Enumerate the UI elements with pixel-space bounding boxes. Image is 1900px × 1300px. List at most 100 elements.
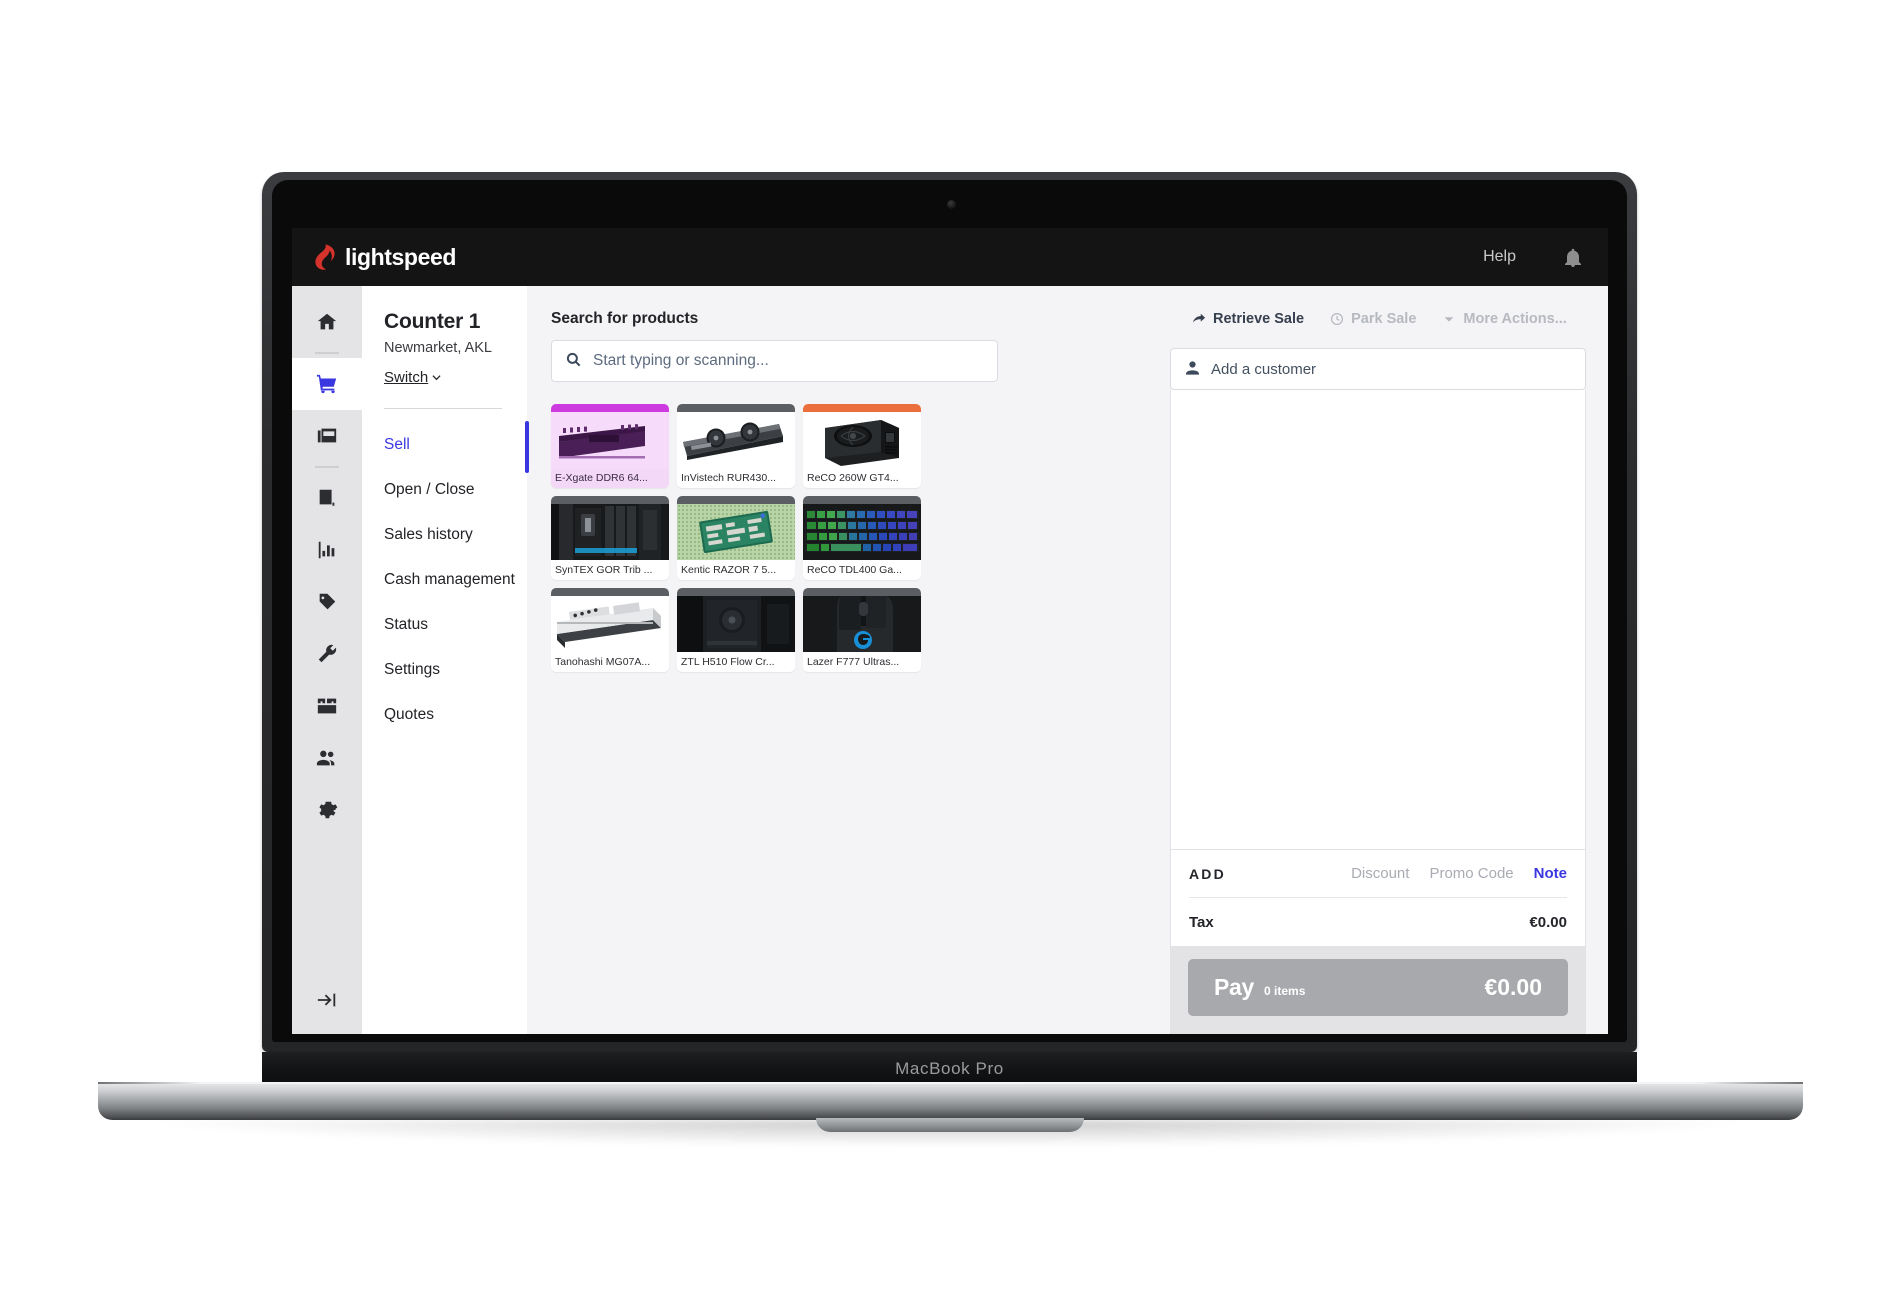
lightspeed-pos-app: lightspeed Help Counter 1 Newmarket, AKL… — [292, 228, 1608, 1034]
product-tile[interactable]: ReCO TDL400 Ga... — [803, 496, 921, 580]
rail-item-settings[interactable] — [292, 784, 362, 836]
pay-total: €0.00 — [1484, 974, 1542, 1000]
rail-divider-2 — [315, 466, 339, 468]
discount-link[interactable]: Discount — [1351, 865, 1409, 882]
add-label: ADD — [1189, 865, 1226, 882]
add-customer-field[interactable]: Add a customer — [1170, 348, 1586, 390]
tile-color-strip — [551, 404, 669, 412]
tile-color-strip — [803, 588, 921, 596]
counter-location: Newmarket, AKL — [384, 340, 492, 356]
search-input-placeholder: Start typing or scanning... — [593, 352, 769, 369]
arrow-curve-icon — [1192, 312, 1206, 326]
sidebar-divider — [384, 408, 502, 409]
product-tile[interactable]: Lazer F777 Ultras... — [803, 588, 921, 672]
sidebar-item-quotes[interactable]: Quotes — [384, 706, 527, 724]
motherboard-image — [551, 503, 669, 561]
topbar-right: Help — [1483, 247, 1582, 267]
webcam-icon — [947, 200, 956, 209]
rail-item-home[interactable] — [292, 296, 362, 348]
add-customer-placeholder: Add a customer — [1211, 360, 1317, 378]
rail-item-workorders[interactable] — [292, 628, 362, 680]
park-sale-button[interactable]: Park Sale — [1330, 311, 1416, 327]
bell-icon[interactable] — [1564, 247, 1582, 267]
brand[interactable]: lightspeed — [314, 244, 456, 271]
note-link[interactable]: Note — [1534, 865, 1567, 882]
macbook-label: MacBook Pro — [895, 1059, 1004, 1078]
home-icon — [316, 311, 338, 333]
cart-actions: Retrieve Sale Park Sale More Actions... — [1170, 300, 1586, 338]
tile-color-strip — [803, 496, 921, 504]
product-tile[interactable]: SynTEX GOR Trib ... — [551, 496, 669, 580]
park-sale-label: Park Sale — [1351, 311, 1417, 327]
add-row: ADD Discount Promo Code Note — [1189, 850, 1567, 898]
screenshot-stage: lightspeed Help Counter 1 Newmarket, AKL… — [0, 0, 1900, 1300]
chevron-down-icon — [432, 373, 441, 382]
bar-chart-icon — [316, 539, 338, 561]
product-tile-label: Tanohashi MG07A... — [555, 656, 651, 669]
product-tile[interactable]: E-Xgate DDR6 64... — [551, 404, 669, 488]
ram-module-image — [551, 411, 669, 469]
page-title: Counter 1 — [384, 310, 481, 333]
promo-code-link[interactable]: Promo Code — [1429, 865, 1513, 882]
rail-item-register[interactable] — [292, 410, 362, 462]
product-tile[interactable]: Tanohashi MG07A... — [551, 588, 669, 672]
product-search-box[interactable]: Start typing or scanning... — [551, 340, 998, 382]
laptop-chin: MacBook Pro — [262, 1052, 1637, 1086]
rail-divider — [315, 352, 339, 354]
sidebar-nav-list: Sell Open / Close Sales history Cash man… — [384, 436, 527, 724]
retrieve-sale-button[interactable]: Retrieve Sale — [1192, 311, 1304, 327]
help-link[interactable]: Help — [1483, 248, 1516, 266]
cpu-chip-image — [677, 503, 795, 561]
rail-item-catalog[interactable] — [292, 472, 362, 524]
switch-label: Switch — [384, 369, 429, 386]
counter-sidebar: Counter 1 Newmarket, AKL Switch Sell Ope… — [362, 286, 529, 1034]
search-heading: Search for products — [551, 310, 699, 327]
register-tiles-icon — [316, 425, 338, 447]
sidebar-item-sell[interactable]: Sell — [384, 436, 527, 454]
people-icon — [316, 747, 338, 769]
switch-outlet-button[interactable]: Switch — [384, 369, 441, 386]
shopping-cart-icon — [316, 373, 338, 395]
arrow-to-bar-icon — [316, 989, 338, 1014]
sidebar-item-sales-history[interactable]: Sales history — [384, 526, 527, 544]
pay-left: Pay 0 items — [1214, 974, 1305, 1001]
rail-item-sell[interactable] — [292, 358, 362, 410]
rail-item-reporting[interactable] — [292, 524, 362, 576]
product-tile[interactable]: InVistech RUR430... — [677, 404, 795, 488]
sidebar-item-open-close[interactable]: Open / Close — [384, 481, 527, 499]
caret-down-icon — [1442, 312, 1456, 326]
more-actions-button[interactable]: More Actions... — [1442, 311, 1567, 327]
search-icon — [566, 352, 581, 370]
graphics-card-image — [677, 411, 795, 469]
product-tile-label: Kentic RAZOR 7 5... — [681, 564, 777, 577]
pay-label: Pay — [1214, 974, 1255, 1000]
product-tile-label: InVistech RUR430... — [681, 472, 776, 485]
product-tile-label: ReCO TDL400 Ga... — [807, 564, 902, 577]
sidebar-item-settings[interactable]: Settings — [384, 661, 527, 679]
tax-row: Tax €0.00 — [1189, 898, 1567, 946]
product-tile-label: ReCO 260W GT4... — [807, 472, 899, 485]
tile-color-strip — [551, 588, 669, 596]
rail-collapse-button[interactable] — [292, 989, 362, 1014]
sidebar-item-status[interactable]: Status — [384, 616, 527, 634]
rail-item-inventory[interactable] — [292, 680, 362, 732]
hard-drive-image — [551, 595, 669, 653]
products-panel: Search for products Start typing or scan… — [527, 286, 1148, 1034]
product-tile[interactable]: ZTL H510 Flow Cr... — [677, 588, 795, 672]
tile-color-strip — [677, 404, 795, 412]
rail-item-customers[interactable] — [292, 732, 362, 784]
pay-button[interactable]: Pay 0 items €0.00 — [1188, 959, 1568, 1016]
app-topbar: lightspeed Help — [292, 228, 1608, 286]
inventory-box-icon — [316, 695, 338, 717]
rail-item-products[interactable] — [292, 576, 362, 628]
product-tile[interactable]: ReCO 260W GT4... — [803, 404, 921, 488]
tile-color-strip — [551, 496, 669, 504]
brand-text: lightspeed — [345, 243, 457, 270]
retrieve-sale-label: Retrieve Sale — [1213, 311, 1305, 327]
sidebar-item-cash-management[interactable]: Cash management — [384, 571, 527, 589]
clock-history-icon — [1330, 312, 1344, 326]
lightspeed-flame-logo-icon — [314, 244, 336, 270]
gaming-mouse-image — [803, 595, 921, 653]
product-tile-label: E-Xgate DDR6 64... — [555, 472, 648, 485]
product-tile[interactable]: Kentic RAZOR 7 5... — [677, 496, 795, 580]
